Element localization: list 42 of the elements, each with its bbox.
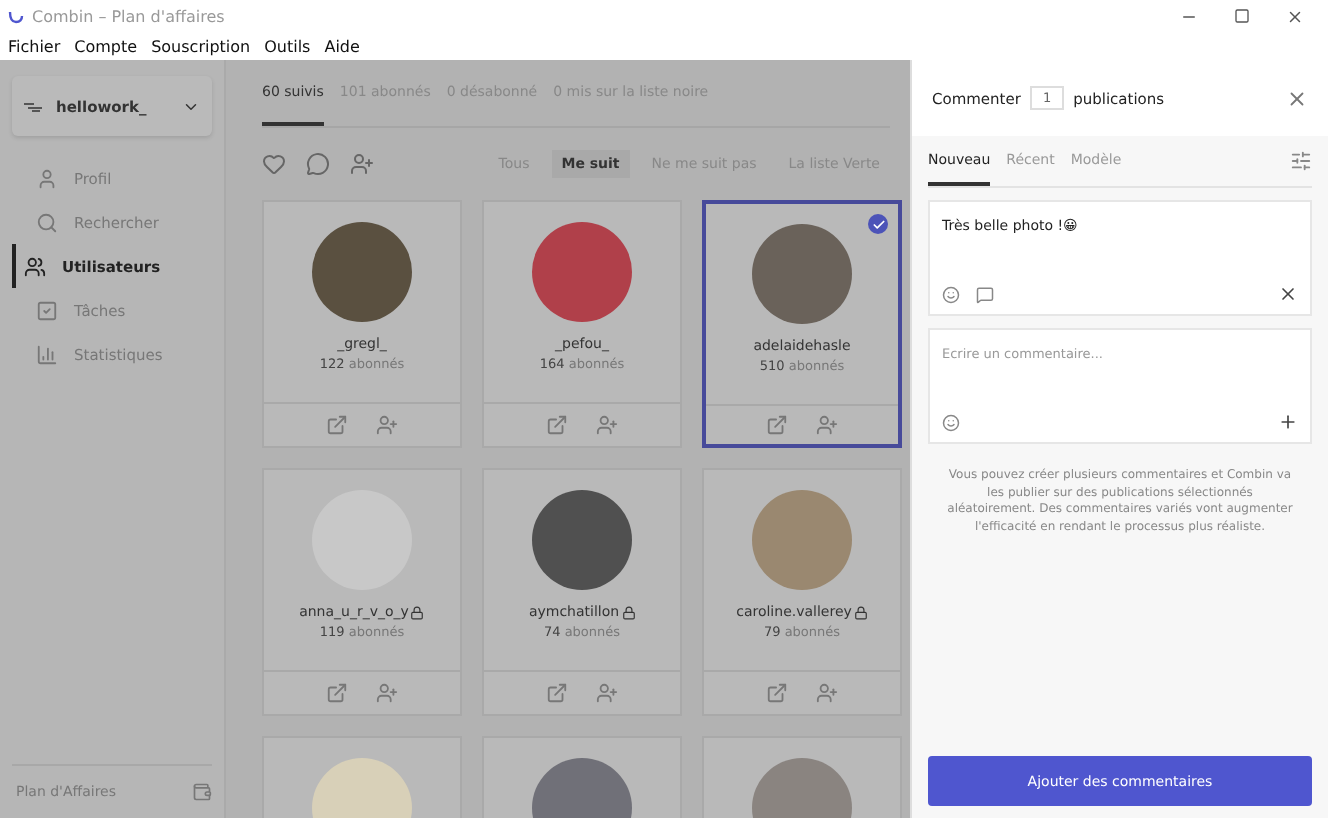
comment-icon[interactable] — [306, 152, 330, 176]
external-link-icon[interactable] — [766, 414, 788, 436]
close-icon[interactable] — [1286, 87, 1308, 109]
app-logo-icon — [8, 9, 24, 23]
external-link-icon[interactable] — [326, 682, 348, 704]
delete-icon[interactable] — [1278, 284, 1298, 304]
external-link-icon[interactable] — [546, 414, 568, 436]
add-icon[interactable] — [1278, 412, 1298, 432]
user-add-icon[interactable] — [816, 414, 838, 436]
smile-icon[interactable] — [942, 285, 960, 303]
bar-chart-icon — [36, 343, 58, 365]
user-add-icon[interactable] — [376, 414, 398, 436]
lock-icon — [410, 605, 425, 619]
menu-item[interactable]: Souscription — [151, 37, 251, 55]
account-logo-icon — [24, 101, 44, 111]
user-add-icon[interactable] — [596, 682, 618, 704]
users-icon — [24, 255, 46, 277]
external-link-icon[interactable] — [766, 682, 788, 704]
search-icon — [36, 211, 58, 233]
user-add-icon[interactable] — [816, 682, 838, 704]
settings-icon[interactable] — [1290, 150, 1312, 172]
user-add-icon[interactable] — [350, 152, 374, 176]
menu-item[interactable]: Outils — [264, 37, 311, 55]
menu-item[interactable]: Aide — [324, 37, 360, 55]
speech-bubble-icon[interactable] — [976, 285, 994, 303]
check-icon — [868, 214, 888, 234]
user-icon — [36, 167, 58, 189]
heart-icon[interactable] — [262, 152, 286, 176]
smile-icon[interactable] — [942, 413, 960, 431]
lock-icon — [621, 605, 636, 619]
lock-icon — [853, 605, 868, 619]
close-icon[interactable] — [1286, 7, 1304, 25]
window-title: Combin – Plan d'affaires — [32, 7, 225, 25]
wallet-icon[interactable] — [192, 782, 212, 802]
user-add-icon[interactable] — [376, 682, 398, 704]
external-link-icon[interactable] — [546, 682, 568, 704]
menu-item[interactable]: Compte — [74, 37, 138, 55]
external-link-icon[interactable] — [326, 414, 348, 436]
checkbox-icon — [36, 299, 58, 321]
user-add-icon[interactable] — [596, 414, 618, 436]
menu-item[interactable]: Fichier — [8, 37, 61, 55]
maximize-icon[interactable] — [1234, 7, 1250, 23]
